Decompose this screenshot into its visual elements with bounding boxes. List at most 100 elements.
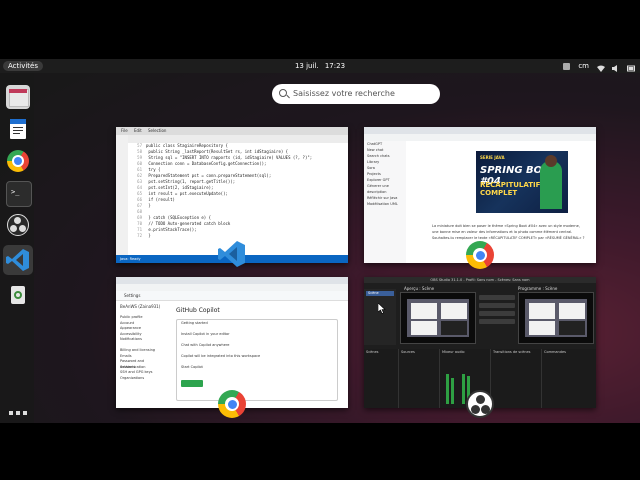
code-text: } catch (SQLException e) {	[146, 215, 212, 220]
audio-meter	[462, 374, 465, 404]
vscode-tabs: EtudiantRepositoryEtudiant.javaStagiaire…	[128, 135, 348, 153]
code-text: }	[146, 233, 151, 238]
browser-address-bar	[116, 284, 348, 291]
vscode-app-icon	[217, 239, 247, 269]
menu-selection[interactable]: Selection	[148, 128, 166, 133]
page-title: GitHub Copilot	[176, 307, 220, 314]
wifi-icon	[597, 63, 605, 72]
search-icon	[279, 89, 287, 97]
code-text: if (result)	[146, 197, 175, 202]
obs-sources-dock: Sources	[399, 349, 440, 408]
tray-user-label: cm	[578, 62, 589, 70]
code-text: // TODO Auto-generated catch block	[146, 221, 231, 226]
obs-control-button[interactable]	[479, 319, 515, 324]
browser-tabs	[116, 277, 348, 284]
code-text: try {	[146, 167, 161, 172]
obs-preview-label: Aperçu : Scène	[404, 286, 435, 291]
chrome-app-icon	[218, 390, 246, 418]
dock-label: Mixeur audio	[442, 350, 465, 354]
obs-transition-controls	[479, 295, 515, 327]
battery-icon	[627, 63, 635, 71]
files-icon[interactable]	[6, 85, 30, 109]
code-text: public String _lastReport(ResultSet rs, …	[146, 149, 289, 154]
obs-app-icon	[466, 390, 494, 418]
code-text: pst.setInt(2, idStagiaire);	[146, 185, 214, 190]
menu-edit[interactable]: Edit	[134, 128, 142, 133]
audio-meter	[451, 378, 454, 404]
terminal-icon[interactable]: >_	[6, 181, 32, 207]
visual-studio-code-icon[interactable]	[3, 245, 33, 275]
search-input[interactable]: Saisissez votre recherche	[272, 84, 440, 104]
clock-time: 17:23	[324, 62, 346, 70]
dock-label: Scènes	[366, 350, 379, 354]
dock-label: Transitions de scènes	[493, 350, 531, 354]
github-user: BeAnWS (Zaina931)	[120, 304, 161, 309]
code-text: PreparedStatement pst = conn.prepareStat…	[146, 173, 272, 178]
github-settings-sidebar: BeAnWS (Zaina931) Public profile Account A…	[116, 301, 164, 408]
screen-capture-icon	[563, 62, 571, 70]
google-chrome-icon[interactable]	[6, 149, 30, 173]
preview-screen	[407, 299, 469, 337]
obs-control-button[interactable]	[479, 295, 515, 300]
thumbnail-badge: SERIE JAVA	[480, 155, 505, 160]
obs-titlebar: OBS Studio 31.1.0 - Profil: Sans nom - S…	[364, 277, 596, 283]
copilot-panel: Getting started Install Copilot in your e…	[176, 319, 338, 401]
audio-meter	[446, 374, 449, 404]
code-text: e.printStackTrace();	[146, 227, 197, 232]
obs-studio-icon[interactable]	[6, 213, 30, 237]
github-main: GitHub Copilot Getting started Install Co…	[168, 301, 348, 408]
volume-icon	[612, 63, 619, 72]
start-copilot-button[interactable]	[181, 380, 203, 387]
browser-address-bar	[364, 134, 596, 141]
menu-file[interactable]: File	[121, 128, 128, 133]
trash-icon[interactable]	[6, 283, 30, 307]
mouse-cursor	[377, 299, 386, 318]
dock-label: Commandes	[544, 350, 566, 354]
letterbox-bottom	[0, 423, 640, 480]
top-panel: Activités 13 juil. 17:23 cm	[0, 59, 640, 73]
chatgpt-sidebar: ChatGPT New chat Search chats Library Sora Pr…	[364, 141, 406, 263]
obs-scene-item[interactable]: Scène	[366, 291, 394, 296]
chatgpt-response: La miniature doit bien se poser le thème…	[432, 223, 584, 241]
settings-nav-item[interactable]: Organizations	[120, 375, 164, 381]
obs-preview	[400, 292, 476, 344]
chatgpt-conversation: SERIE JAVA SPRING BOOT #04 RÉCAPITULATIF…	[406, 141, 596, 263]
sidebar-item[interactable]: Génerer une description	[367, 183, 406, 195]
dock-label: Sources	[401, 350, 415, 354]
code-text: public class StagiaireRepository {	[146, 143, 228, 148]
show-apps-icon[interactable]	[9, 411, 27, 417]
chrome-app-icon	[466, 241, 494, 269]
vscode-activity-bar	[116, 135, 128, 255]
code-text: Connection conn = DatabaseConfig.getConn…	[146, 161, 267, 166]
window-github[interactable]: Settings BeAnWS (Zaina931) Public profil…	[116, 277, 348, 408]
github-header: Settings	[116, 291, 348, 301]
generated-thumbnail: SERIE JAVA SPRING BOOT #04 RÉCAPITULATIF…	[476, 151, 568, 213]
thumbnail-person-head	[545, 155, 557, 167]
system-tray[interactable]: cm	[563, 59, 635, 73]
obs-program-label: Programme : Scène	[518, 286, 558, 291]
obs-transitions-dock: Transitions de scènes	[491, 349, 542, 408]
clock[interactable]: 13 juil. 17:23	[0, 59, 640, 73]
browser-tabs	[364, 127, 596, 134]
code-text: int result = pst.executeUpdate();	[146, 191, 228, 196]
thumbnail-person	[540, 161, 562, 209]
obs-scenes-dock: Scènes	[364, 349, 399, 408]
code-text: }	[146, 203, 151, 208]
dock: >_	[0, 73, 34, 423]
panel-line: Start Copilot	[181, 365, 203, 369]
line-number: 72	[137, 233, 142, 238]
clock-date: 13 juil.	[294, 62, 319, 70]
sidebar-item[interactable]: Modélisation UML	[367, 201, 406, 207]
response-line: Souhaites-tu remplacer le texte «RÉCAPIT…	[432, 236, 585, 240]
code-text: String sql = "INSERT INTO rapports (id, …	[146, 155, 313, 160]
search-placeholder: Saisissez votre recherche	[293, 89, 395, 98]
obs-control-button[interactable]	[479, 303, 515, 308]
obs-control-button[interactable]	[479, 311, 515, 316]
program-screen	[525, 299, 587, 337]
code-text: pst.setString(1, report.getTitle());	[146, 179, 236, 184]
document-viewer-icon[interactable]	[6, 117, 30, 141]
vscode-menubar: File Edit Selection	[116, 127, 348, 135]
obs-program	[518, 292, 594, 344]
obs-controls-dock: Commandes	[542, 349, 596, 408]
window-obs[interactable]: OBS Studio 31.1.0 - Profil: Sans nom - S…	[364, 277, 596, 408]
